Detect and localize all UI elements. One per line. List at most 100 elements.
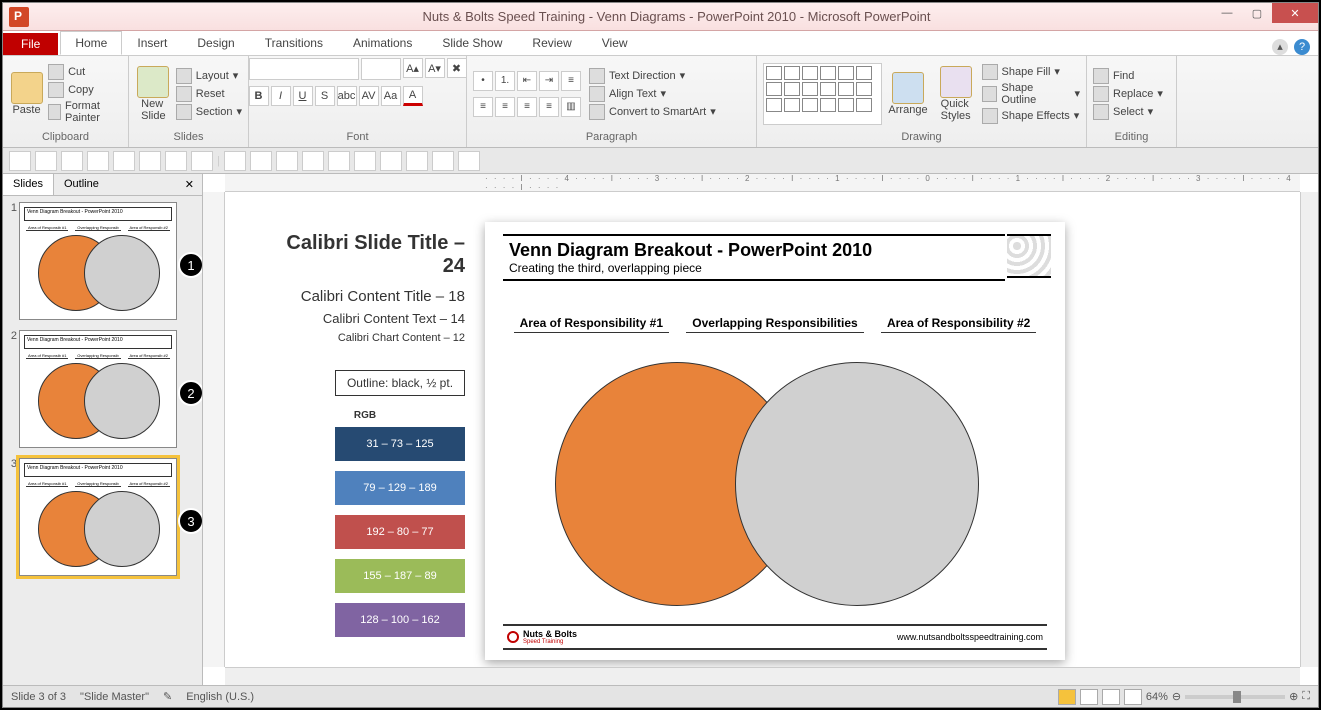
tab-transitions[interactable]: Transitions [250,31,338,55]
tab-insert[interactable]: Insert [122,31,182,55]
text-direction-button[interactable]: Text Direction ▾ [589,68,716,84]
slide-canvas[interactable]: Venn Diagram Breakout - PowerPoint 2010 … [485,222,1065,660]
slide-thumbnail-2[interactable]: Venn Diagram Breakout - PowerPoint 2010 … [19,330,177,448]
minimize-ribbon-icon[interactable]: ▴ [1272,39,1288,55]
close-button[interactable]: ✕ [1272,3,1318,23]
tab-slideshow[interactable]: Slide Show [427,31,517,55]
new-slide-button[interactable]: New Slide [135,61,172,127]
zoom-level: 64% [1146,691,1168,703]
font-color-button[interactable]: A [403,86,423,106]
underline-button[interactable]: U [293,86,313,106]
slide-editor[interactable]: · · · · I · · · · 4 · · · · I · · · · 3 … [203,174,1318,685]
align-text-button[interactable]: Align Text ▾ [589,86,716,102]
qat-btn[interactable] [139,151,161,171]
qat-btn[interactable] [113,151,135,171]
help-icon[interactable]: ? [1294,39,1310,55]
qat-btn[interactable] [250,151,272,171]
qat-btn[interactable] [406,151,428,171]
grow-font-button[interactable]: A▴ [403,58,423,78]
format-painter-button[interactable]: Format Painter [48,100,122,124]
font-size-combo[interactable] [361,58,401,80]
slide-thumbnail-3[interactable]: Venn Diagram Breakout - PowerPoint 2010 … [19,458,177,576]
bold-button[interactable]: B [249,86,269,106]
view-normal-button[interactable] [1058,689,1076,705]
clear-format-button[interactable]: ✖ [447,58,467,78]
zoom-out-button[interactable]: ⊖ [1172,690,1181,703]
vertical-scrollbar[interactable] [1300,192,1318,667]
section-button[interactable]: Section ▾ [176,104,242,120]
copy-button[interactable]: Copy [48,82,122,98]
arrange-button[interactable]: Arrange [886,61,930,127]
qat-btn[interactable] [380,151,402,171]
panel-tab-slides[interactable]: Slides [3,174,54,195]
italic-button[interactable]: I [271,86,291,106]
horizontal-scrollbar[interactable] [225,667,1300,685]
tab-animations[interactable]: Animations [338,31,427,55]
qat-btn[interactable] [276,151,298,171]
align-right-button[interactable]: ≡ [517,97,537,117]
qat-btn[interactable] [9,151,31,171]
tab-design[interactable]: Design [182,31,249,55]
view-slideshow-button[interactable] [1124,689,1142,705]
align-left-button[interactable]: ≡ [473,97,493,117]
qat-btn[interactable] [328,151,350,171]
qat-btn[interactable] [302,151,324,171]
find-button[interactable]: Find [1093,68,1163,84]
reset-button[interactable]: Reset [176,86,242,102]
qat-btn[interactable] [224,151,246,171]
bullets-button[interactable]: • [473,71,493,91]
zoom-in-button[interactable]: ⊕ [1289,690,1298,703]
align-center-button[interactable]: ≡ [495,97,515,117]
venn-circle-gray[interactable] [735,362,979,606]
shape-outline-button[interactable]: Shape Outline ▾ [982,82,1081,106]
numbering-button[interactable]: 1. [495,71,515,91]
justify-button[interactable]: ≡ [539,97,559,117]
slide-thumbnail-1[interactable]: Venn Diagram Breakout - PowerPoint 2010 … [19,202,177,320]
change-case-button[interactable]: Aa [381,86,401,106]
qat-btn[interactable] [35,151,57,171]
qat-btn[interactable] [354,151,376,171]
qat-btn[interactable] [191,151,213,171]
shadow-button[interactable]: abc [337,86,357,106]
layout-button[interactable]: Layout ▾ [176,68,242,84]
indent-dec-button[interactable]: ⇤ [517,71,537,91]
fit-to-window-button[interactable]: ⛶ [1302,690,1310,703]
qat-btn[interactable] [61,151,83,171]
font-family-combo[interactable] [249,58,359,80]
group-clipboard-label: Clipboard [9,129,122,145]
minimize-button[interactable]: — [1212,3,1242,23]
group-drawing-label: Drawing [763,129,1080,145]
quick-styles-button[interactable]: Quick Styles [934,61,978,127]
zoom-slider[interactable] [1185,695,1285,699]
shape-effects-button[interactable]: Shape Effects ▾ [982,108,1081,124]
panel-close-button[interactable]: ✕ [177,174,202,195]
shrink-font-button[interactable]: A▾ [425,58,445,78]
slide-subtitle: Creating the third, overlapping piece [509,261,999,275]
maximize-button[interactable]: ▢ [1242,3,1272,23]
shape-fill-button[interactable]: Shape Fill ▾ [982,64,1081,80]
convert-smartart-button[interactable]: Convert to SmartArt ▾ [589,104,716,120]
paste-button[interactable]: Paste [9,61,44,127]
qat-btn[interactable] [458,151,480,171]
qat-btn[interactable] [87,151,109,171]
view-reading-button[interactable] [1102,689,1120,705]
view-sorter-button[interactable] [1080,689,1098,705]
panel-tab-outline[interactable]: Outline [54,174,109,195]
indent-inc-button[interactable]: ⇥ [539,71,559,91]
tab-file[interactable]: File [3,33,58,55]
tab-home[interactable]: Home [60,31,122,55]
tab-view[interactable]: View [587,31,643,55]
shape-gallery[interactable] [763,63,882,125]
replace-button[interactable]: Replace ▾ [1093,86,1163,102]
line-spacing-button[interactable]: ≡ [561,71,581,91]
qat-btn[interactable] [432,151,454,171]
qat-btn[interactable] [165,151,187,171]
char-spacing-button[interactable]: AV [359,86,379,106]
columns-button[interactable]: ▥ [561,97,581,117]
strike-button[interactable]: S [315,86,335,106]
select-button[interactable]: Select ▾ [1093,104,1163,120]
spellcheck-icon[interactable]: ✎ [163,690,172,703]
layout-icon [176,68,192,84]
cut-button[interactable]: Cut [48,64,122,80]
tab-review[interactable]: Review [517,31,586,55]
